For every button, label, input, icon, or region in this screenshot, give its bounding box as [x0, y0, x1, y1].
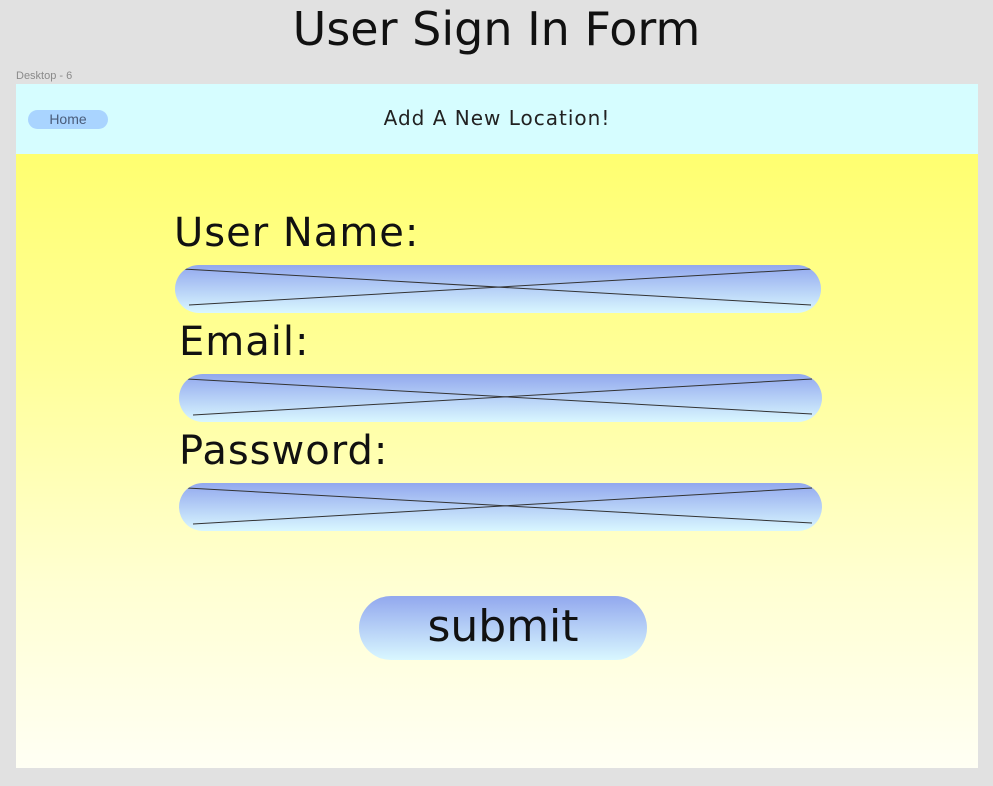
- form-area: User Name: Email: Password: submit: [16, 154, 978, 768]
- password-input[interactable]: [179, 483, 822, 531]
- input-placeholder-cross-icon: [182, 268, 812, 306]
- submit-button[interactable]: submit: [359, 596, 647, 660]
- nav-title: Add A New Location!: [383, 106, 611, 130]
- frame-label: Desktop - 6: [16, 70, 73, 82]
- nav-bar: Home Add A New Location!: [16, 84, 978, 154]
- email-label: Email:: [179, 319, 310, 365]
- email-input[interactable]: [179, 374, 822, 422]
- page-title: User Sign In Form: [292, 2, 701, 56]
- password-label: Password:: [179, 428, 389, 474]
- input-placeholder-cross-icon: [186, 487, 813, 525]
- desktop-frame: Home Add A New Location! User Name: Emai…: [16, 84, 978, 768]
- username-input[interactable]: [175, 265, 821, 313]
- input-placeholder-cross-icon: [186, 378, 813, 416]
- username-label: User Name:: [174, 210, 420, 256]
